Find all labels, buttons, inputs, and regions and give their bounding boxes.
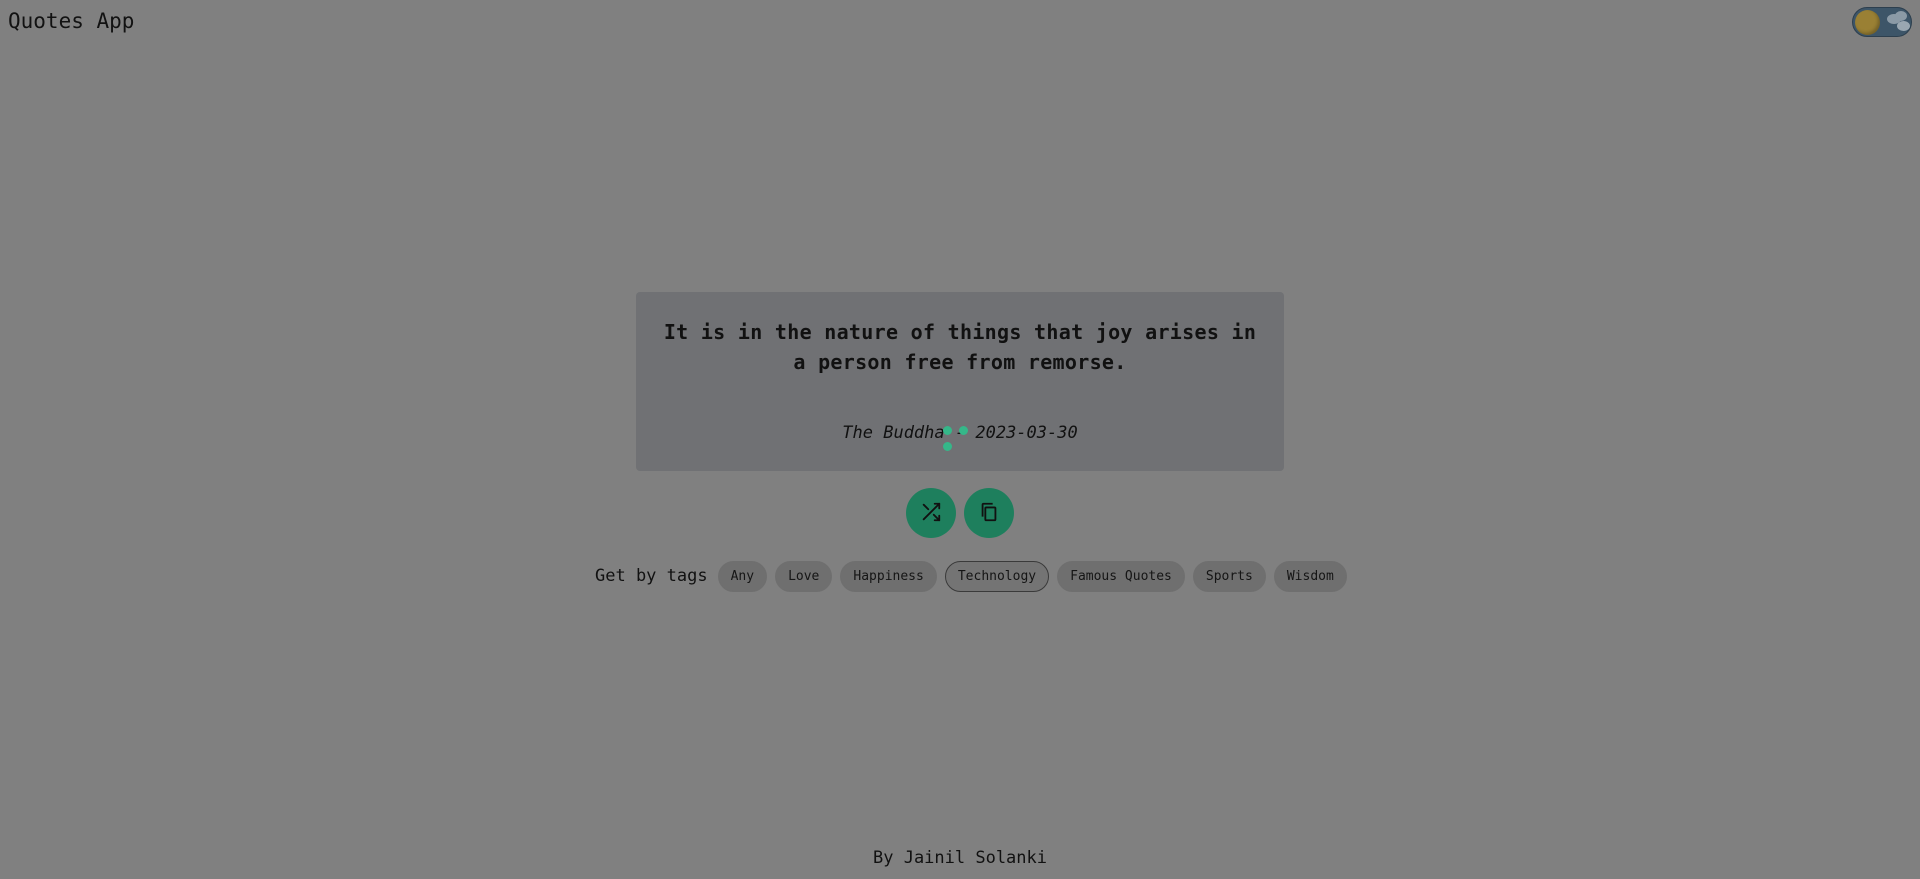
tag-sports[interactable]: Sports: [1192, 560, 1266, 592]
quote-author: The Buddha: [842, 423, 945, 443]
quote-text: It is in the nature of things that joy a…: [663, 320, 1257, 374]
loader-dot: [943, 442, 952, 451]
loader-dot: [959, 426, 968, 435]
footer-credit: By Jainil Solanki: [873, 848, 1047, 868]
tags-row: Get by tags Any Love Happiness Technolog…: [595, 560, 1347, 592]
tag-love[interactable]: Love: [775, 560, 833, 592]
app-title: Quotes App: [8, 9, 135, 33]
tag-famous-quotes[interactable]: Famous Quotes: [1057, 560, 1185, 592]
random-quote-button[interactable]: [906, 488, 956, 538]
copy-quote-button[interactable]: [964, 488, 1014, 538]
app-root: Quotes App It is in the nature of things…: [0, 0, 1920, 879]
tag-wisdom[interactable]: Wisdom: [1273, 560, 1347, 592]
quote-date: 2023-03-30: [975, 423, 1078, 443]
tag-technology[interactable]: Technology: [944, 560, 1050, 592]
loading-spinner-icon: [943, 426, 973, 456]
tag-happiness[interactable]: Happiness: [840, 560, 937, 592]
cloud-icon: [1897, 21, 1910, 31]
shuffle-icon: [920, 501, 942, 526]
theme-toggle[interactable]: [1852, 7, 1912, 37]
tags-label: Get by tags: [595, 566, 708, 586]
loader-dot: [943, 426, 952, 435]
cloud-icon: [1895, 11, 1907, 21]
sun-moon-icon: [1855, 10, 1880, 35]
tag-any[interactable]: Any: [717, 560, 768, 592]
copy-icon: [978, 501, 1000, 526]
